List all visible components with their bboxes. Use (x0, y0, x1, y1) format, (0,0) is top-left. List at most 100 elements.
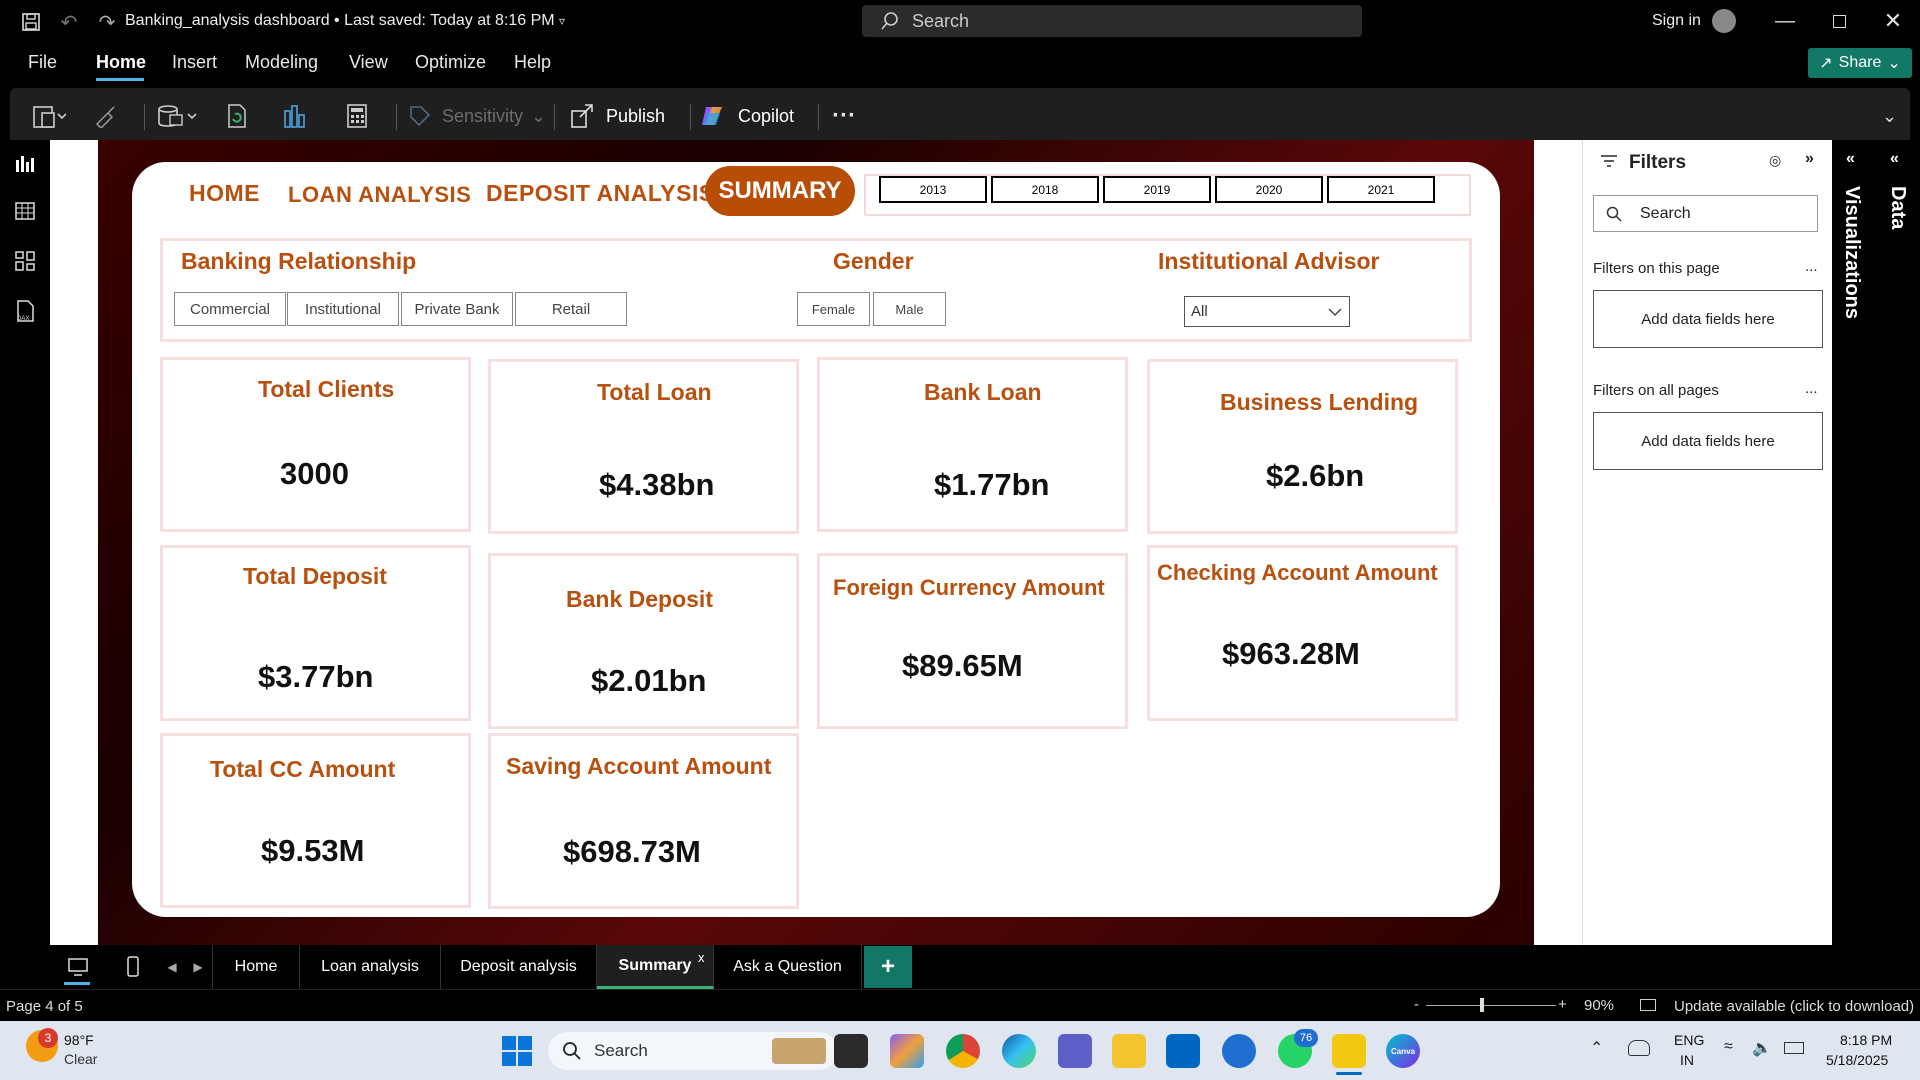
tab-loan-analysis[interactable]: Loan analysis (300, 945, 441, 989)
add-page-button[interactable]: + (864, 946, 912, 988)
year-2020[interactable]: 2020 (1215, 176, 1323, 203)
nav-loan-analysis[interactable]: LOAN ANALYSIS (288, 182, 471, 208)
all-pages-filter-drop-zone[interactable]: Add data fields here (1593, 412, 1823, 470)
clock-time[interactable]: 8:18 PM (1840, 1032, 1892, 1048)
volume-icon[interactable]: 🔈 (1752, 1038, 1772, 1058)
table-view-icon[interactable] (12, 198, 38, 224)
sensitivity-button[interactable]: Sensitivity ⌄ (408, 88, 546, 144)
share-button[interactable]: ↗ Share ⌄ (1808, 48, 1912, 78)
quick-assist-icon[interactable] (1222, 1034, 1256, 1068)
nav-home[interactable]: HOME (189, 180, 260, 207)
new-visual-icon[interactable] (282, 88, 308, 144)
task-view-icon[interactable] (834, 1034, 868, 1068)
mobile-layout-icon[interactable] (118, 950, 148, 984)
zoom-slider-thumb[interactable] (1480, 998, 1484, 1012)
get-data-button[interactable] (156, 88, 200, 144)
nav-deposit-analysis[interactable]: DEPOSIT ANALYSIS (486, 180, 715, 207)
prev-page-icon[interactable]: ◀ (160, 952, 184, 982)
zoom-in-button[interactable]: + (1558, 996, 1567, 1013)
desktop-layout-icon[interactable] (60, 950, 96, 984)
microsoft-store-icon[interactable] (1166, 1034, 1200, 1068)
language-indicator[interactable]: ENG (1674, 1032, 1704, 1048)
teams-icon[interactable] (1058, 1034, 1092, 1068)
year-2018[interactable]: 2018 (991, 176, 1099, 203)
menu-view[interactable]: View (349, 52, 388, 73)
close-tab-icon[interactable]: x (698, 950, 705, 965)
maximize-icon[interactable] (1824, 8, 1854, 34)
menu-insert[interactable]: Insert (172, 52, 217, 73)
year-2019[interactable]: 2019 (1103, 176, 1211, 203)
next-page-icon[interactable]: ▶ (186, 952, 210, 982)
chip-male[interactable]: Male (873, 292, 946, 326)
show-hidden-icons[interactable]: ⌃ (1590, 1038, 1603, 1058)
redo-icon[interactable]: ↷ (94, 10, 120, 34)
onedrive-icon[interactable] (1628, 1040, 1650, 1056)
year-2021[interactable]: 2021 (1327, 176, 1435, 203)
filters-search-input[interactable]: Search (1593, 195, 1818, 232)
zoom-level[interactable]: 90% (1584, 997, 1614, 1014)
expand-pane-icon[interactable]: « (1846, 150, 1855, 168)
menu-modeling[interactable]: Modeling (245, 52, 318, 73)
more-options-icon[interactable]: ... (1805, 380, 1818, 397)
institutional-advisor-dropdown[interactable]: All (1184, 296, 1350, 327)
power-bi-icon[interactable] (1332, 1034, 1366, 1068)
publish-button[interactable]: Publish (570, 88, 665, 144)
global-search[interactable]: Search (862, 5, 1362, 37)
more-options-button[interactable]: ··· (832, 88, 856, 144)
menu-help[interactable]: Help (514, 52, 551, 73)
file-explorer-icon[interactable] (1112, 1034, 1146, 1068)
save-icon[interactable] (18, 10, 44, 34)
report-view-icon[interactable] (12, 150, 38, 176)
tab-home[interactable]: Home (212, 945, 300, 989)
eye-icon[interactable]: ◎ (1769, 152, 1781, 169)
avatar-icon[interactable] (1712, 9, 1736, 33)
collapse-filters-icon[interactable]: » (1805, 150, 1814, 168)
refresh-data-icon[interactable] (224, 88, 250, 144)
paste-button[interactable] (32, 88, 66, 144)
more-options-icon[interactable]: ... (1805, 258, 1818, 275)
chip-female[interactable]: Female (797, 292, 870, 326)
chip-institutional[interactable]: Institutional (287, 292, 399, 326)
undo-icon[interactable]: ↶ (56, 10, 82, 34)
chrome-icon[interactable] (946, 1034, 980, 1068)
chip-private-bank[interactable]: Private Bank (401, 292, 513, 326)
fit-to-page-icon[interactable] (1640, 999, 1656, 1011)
dax-query-view-icon[interactable]: DAX (12, 298, 38, 324)
document-title[interactable]: Banking_analysis dashboard • Last saved:… (125, 12, 565, 30)
sign-in-link[interactable]: Sign in (1652, 12, 1701, 30)
chip-retail[interactable]: Retail (515, 292, 627, 326)
zoom-slider[interactable] (1426, 1005, 1556, 1006)
search-icon (881, 12, 898, 30)
model-view-icon[interactable] (12, 248, 38, 274)
tab-summary[interactable]: Summary (597, 945, 714, 989)
wifi-icon[interactable]: ≈ (1724, 1038, 1733, 1056)
copilot-button[interactable]: Copilot (700, 88, 794, 144)
tab-deposit-analysis[interactable]: Deposit analysis (441, 945, 597, 989)
card-foreign-currency-amount: Foreign Currency Amount $89.65M (817, 553, 1128, 729)
minimize-icon[interactable]: — (1770, 8, 1800, 34)
close-icon[interactable]: ✕ (1878, 8, 1908, 34)
chip-commercial[interactable]: Commercial (174, 292, 286, 326)
visualizations-pane-collapsed[interactable]: « Visualizations (1832, 140, 1876, 945)
expand-pane-icon[interactable]: « (1890, 150, 1899, 168)
nav-summary[interactable]: SUMMARY (705, 166, 855, 216)
copilot-app-icon[interactable] (890, 1034, 924, 1068)
menu-optimize[interactable]: Optimize (415, 52, 486, 73)
menu-home[interactable]: Home (96, 52, 146, 73)
tab-ask-a-question[interactable]: Ask a Question (714, 945, 862, 989)
data-pane-collapsed[interactable]: « Data (1876, 140, 1920, 945)
format-painter-icon[interactable] (94, 88, 118, 144)
collapse-ribbon-icon[interactable]: ⌄ (1882, 88, 1897, 144)
taskbar-search[interactable]: Search (548, 1032, 838, 1070)
windows-start-icon[interactable] (502, 1036, 532, 1066)
battery-icon[interactable] (1784, 1042, 1804, 1054)
canva-icon[interactable]: Canva (1386, 1034, 1420, 1068)
zoom-out-button[interactable]: - (1414, 996, 1419, 1013)
calculator-icon[interactable] (346, 88, 368, 144)
menu-file[interactable]: File (28, 52, 57, 73)
edge-icon[interactable] (1002, 1034, 1036, 1068)
year-2013[interactable]: 2013 (879, 176, 987, 203)
page-filter-drop-zone[interactable]: Add data fields here (1593, 290, 1823, 348)
clock-date[interactable]: 5/18/2025 (1826, 1052, 1888, 1068)
update-available-link[interactable]: Update available (click to download) (1674, 998, 1914, 1015)
